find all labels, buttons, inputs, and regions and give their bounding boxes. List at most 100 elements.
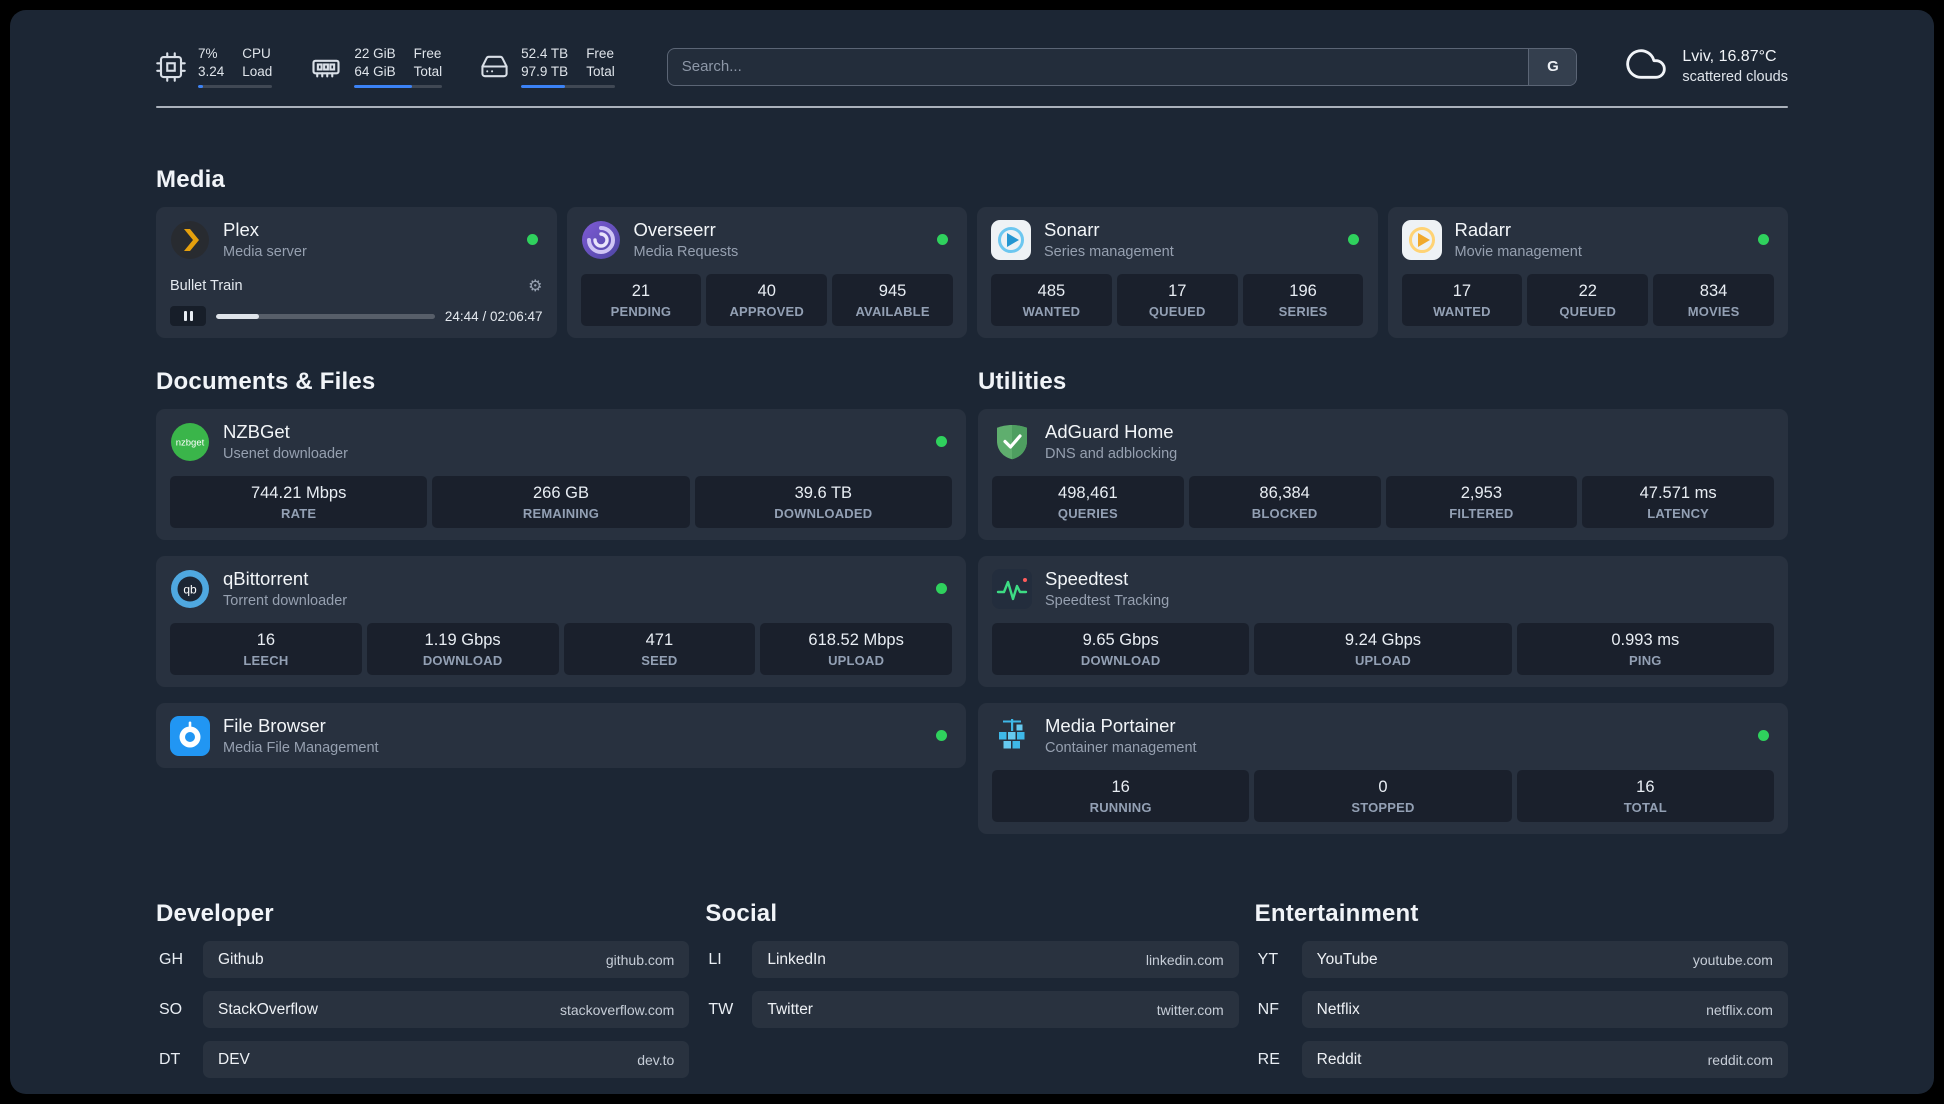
search-provider-button[interactable]: G <box>1528 48 1577 85</box>
bookmark-abbr: RE <box>1257 1050 1280 1068</box>
qbittorrent-icon: qb <box>170 569 210 609</box>
radarr-icon <box>1401 219 1442 260</box>
playback-progress-bar[interactable] <box>216 313 435 319</box>
service-stats: 498,461 QUERIES 86,384 BLOCKED 2,953 FIL… <box>992 476 1774 528</box>
stat-available: 945 AVAILABLE <box>832 274 953 326</box>
playback-time: 24:44 / 02:06:47 <box>444 308 543 324</box>
service-stats: 485 WANTED 17 QUEUED 196 SERIES <box>991 274 1364 326</box>
stat-stopped: 0 STOPPED <box>1254 770 1512 822</box>
status-dot <box>1758 234 1769 245</box>
search-bar: G <box>666 47 1578 86</box>
stat-filtered: 2,953 FILTERED <box>1385 476 1578 528</box>
bookmark-abbr: YT <box>1257 950 1279 968</box>
cpu-usage-label: CPU <box>242 45 271 61</box>
stat-queued: 22 QUEUED <box>1527 274 1649 326</box>
cpu-usage-bar <box>198 85 273 89</box>
service-header: Overseerr Media Requests <box>581 219 954 260</box>
bookmark-stackoverflow: SO StackOverflow stackoverflow.com <box>156 991 690 1028</box>
service-card-filebrowser[interactable]: File Browser Media File Management <box>156 703 966 768</box>
portainer-icon <box>992 716 1032 756</box>
service-name: Speedtest <box>1045 568 1129 589</box>
stat-movies: 834 MOVIES <box>1653 274 1774 326</box>
section-title-developer: Developer <box>156 900 274 927</box>
section-title-social: Social <box>705 900 778 927</box>
disk-total-label: Total <box>586 63 615 79</box>
filebrowser-icon <box>170 715 210 756</box>
disk-total-value: 97.9 TB <box>521 63 569 79</box>
bookmark-link[interactable]: DEV dev.to <box>203 1041 690 1078</box>
service-card-plex[interactable]: Plex Media server Bullet Train ⚙ 24:44 /… <box>156 207 557 338</box>
bookmark-abbr: GH <box>159 950 183 968</box>
stat-blocked: 86,384 BLOCKED <box>1188 476 1381 528</box>
dashboard: 7% 3.24 CPU Load 22 GiB 64 GiB Free Tota… <box>10 10 1934 1094</box>
service-card-overseerr[interactable]: Overseerr Media Requests 21 PENDING 40 A… <box>566 207 967 338</box>
stat-ping: 0.993 ms PING <box>1516 623 1774 675</box>
bookmark-abbr: SO <box>159 1000 183 1018</box>
cpu-usage-value: 7% <box>198 45 218 61</box>
disk-icon <box>480 52 509 81</box>
memory-total-value: 64 GiB <box>354 63 396 79</box>
status-dot <box>936 730 947 741</box>
gear-icon[interactable]: ⚙ <box>528 278 542 294</box>
bookmark-link[interactable]: Github github.com <box>203 941 690 978</box>
service-card-portainer[interactable]: Media Portainer Container management 16 … <box>978 703 1788 834</box>
bookmark-link[interactable]: StackOverflow stackoverflow.com <box>203 991 690 1028</box>
service-header: File Browser Media File Management <box>170 715 952 756</box>
stat-wanted: 485 WANTED <box>991 274 1112 326</box>
status-dot <box>937 234 948 245</box>
bookmark-linkedin: LI LinkedIn linkedin.com <box>705 941 1239 978</box>
cloud-icon <box>1623 44 1669 89</box>
service-card-adguard[interactable]: AdGuard Home DNS and adblocking 498,461 … <box>978 409 1788 540</box>
sonarr-icon <box>991 219 1031 260</box>
section-entertainment: Entertainment YT YouTube youtube.com NF … <box>1255 900 1788 1091</box>
section-title-entertainment: Entertainment <box>1254 900 1419 927</box>
status-dot <box>526 234 538 245</box>
service-subtitle: Movie management <box>1454 244 1582 260</box>
memory-total-label: Total <box>413 63 443 79</box>
service-subtitle: Media server <box>223 244 307 260</box>
stat-approved: 40 APPROVED <box>706 274 828 326</box>
section-documents: Documents & Files nzbget NZBGet Usenet d… <box>156 368 966 834</box>
bookmark-link[interactable]: YouTube youtube.com <box>1301 941 1788 978</box>
stat-queries: 498,461 QUERIES <box>992 476 1184 528</box>
bookmark-twitter: TW Twitter twitter.com <box>705 991 1239 1028</box>
service-header: Plex Media server <box>170 219 543 260</box>
service-subtitle: Speedtest Tracking <box>1045 593 1170 609</box>
service-name: File Browser <box>223 715 326 736</box>
bookmark-link[interactable]: LinkedIn linkedin.com <box>752 941 1239 978</box>
nzbget-icon: nzbget <box>170 422 210 462</box>
stat-downloaded: 39.6 TB DOWNLOADED <box>694 476 952 528</box>
svg-text:qb: qb <box>183 582 197 596</box>
service-header: nzbget NZBGet Usenet downloader <box>170 421 952 462</box>
bookmark-abbr: NF <box>1257 1000 1279 1018</box>
bookmark-link[interactable]: Twitter twitter.com <box>752 991 1239 1028</box>
service-name: Sonarr <box>1044 219 1100 240</box>
pause-button[interactable] <box>170 306 206 326</box>
overseerr-icon <box>581 220 621 260</box>
stat-pending: 21 PENDING <box>580 274 702 326</box>
service-card-radarr[interactable]: Radarr Movie management 17 WANTED 22 QUE… <box>1387 207 1788 338</box>
service-stats: 21 PENDING 40 APPROVED 945 AVAILABLE <box>580 274 954 326</box>
service-card-qbittorrent[interactable]: qb qBittorrent Torrent downloader 16 LEE… <box>156 556 966 687</box>
disk-usage-bar <box>521 85 615 89</box>
service-name: qBittorrent <box>223 568 309 589</box>
disk-free-label: Free <box>586 45 614 61</box>
bookmark-link[interactable]: Reddit reddit.com <box>1301 1041 1788 1078</box>
service-name: NZBGet <box>223 421 290 442</box>
bookmark-link[interactable]: Netflix netflix.com <box>1301 991 1788 1028</box>
service-card-sonarr[interactable]: Sonarr Series management 485 WANTED 17 Q… <box>977 207 1378 338</box>
service-header: qb qBittorrent Torrent downloader <box>170 568 952 609</box>
service-card-nzbget[interactable]: nzbget NZBGet Usenet downloader 744.21 M… <box>156 409 966 540</box>
service-subtitle: Series management <box>1044 244 1174 260</box>
status-dot <box>936 436 947 447</box>
service-card-speedtest[interactable]: Speedtest Speedtest Tracking 9.65 Gbps D… <box>978 556 1788 687</box>
adguard-icon <box>992 422 1032 462</box>
weather-location: Lviv, 16.87°C <box>1682 48 1777 65</box>
stat-rate: 744.21 Mbps RATE <box>170 476 428 528</box>
stat-queued: 17 QUEUED <box>1116 274 1238 326</box>
disk-free-value: 52.4 TB <box>521 45 569 61</box>
speedtest-icon <box>992 568 1032 609</box>
stat-upload: 618.52 Mbps UPLOAD <box>760 623 952 675</box>
search-input[interactable] <box>667 48 1529 85</box>
stat-remaining: 266 GB REMAINING <box>432 476 690 528</box>
